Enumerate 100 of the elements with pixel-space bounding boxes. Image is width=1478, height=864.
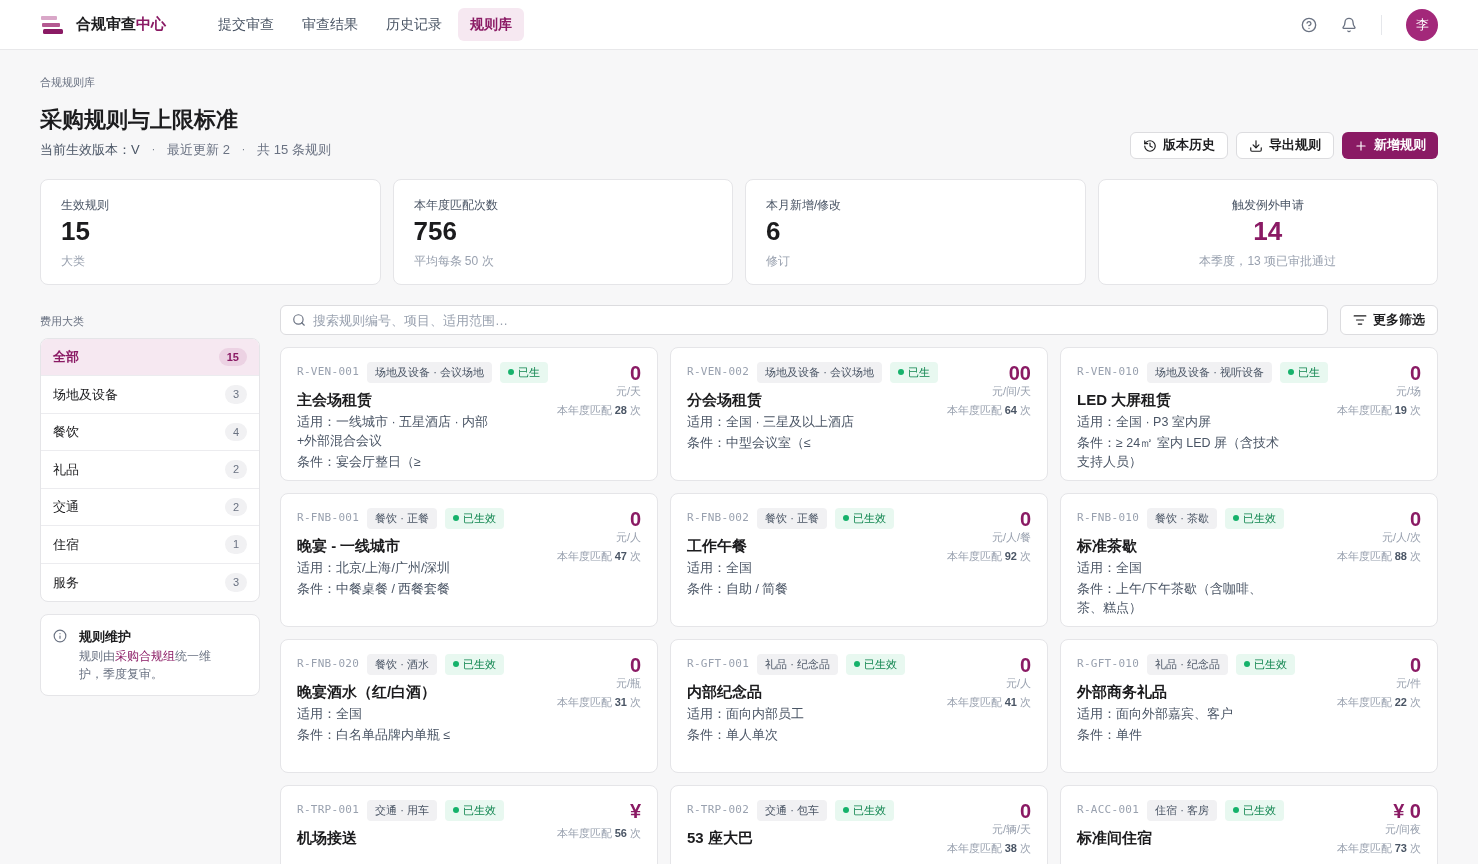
plus-icon [1354,138,1368,153]
stat-label: 本月新增/修改 [766,197,843,214]
category-item[interactable]: 全部 15 [41,338,259,376]
match-count: 本年度匹配 92 次 [946,549,1031,564]
category-item[interactable]: 礼品 2 [41,451,259,489]
rule-detail: 适用：面向内部员工 [687,706,805,723]
rule-detail: 条件：≥ 24㎡ 室内 LED 屏（含技术支持人员） [1077,435,1280,471]
filter-icon [1353,313,1367,327]
price-unit: 元/人/餐 [991,530,1031,545]
rule-detail: 条件：自助 / 简餐 [687,581,790,598]
dot-separator: · [241,142,246,157]
match-count: 本年度匹配 47 次 [556,549,641,564]
stack-logo-icon [40,15,64,34]
rule-detail: 适用：全国 [297,706,363,723]
status-badge: 已生效 [444,800,504,821]
search-icon [292,313,306,327]
price-unit: 元/件 [1395,676,1421,691]
rule-card[interactable]: R-FNB-020 餐饮 · 酒水 已生效 晚宴酒水（红/白酒） 适用：全国 条件：白名单品牌内单瓶 ≤ 0 元/瓶 本年度匹配 31 次 [280,639,658,773]
user-avatar[interactable]: 李 [1406,8,1438,41]
rule-name: 工作午餐 [687,535,748,556]
rule-name: 53 座大巴 [687,827,754,848]
rule-card[interactable]: R-TRP-002 交通 · 包车 已生效 53 座大巴 0 元/辆/天 本年度匹配 38 次 [670,785,1048,864]
rule-detail: 适用：一线城市 · 五星酒店 · 内部+外部混合会议 [297,414,490,450]
rule-card[interactable]: R-GFT-001 礼品 · 纪念品 已生效 内部纪念品 适用：面向内部员工 条件：单人单次 0 元/人 本年度匹配 41 次 [670,639,1048,773]
match-count: 本年度匹配 28 次 [556,403,641,418]
rule-card[interactable]: R-VEN-002 场地及设备 · 会议场地 已生 分会场租赁 适用：全国 · 三星及以上酒店 条件：中型会议室（≤ 00 元/间/天 本年度匹配 64 次 [670,347,1048,481]
status-badge: 已生效 [1224,508,1284,529]
category-tag: 交通 · 用车 [367,800,437,821]
category-tag: 餐饮 · 酒水 [367,654,437,675]
rule-card[interactable]: R-VEN-010 场地及设备 · 视听设备 已生 LED 大屏租赁 适用：全国 · P3 室内屏 条件：≥ 24㎡ 室内 LED 屏（含技术支持人员） 0 元/场 本年度匹配 19 次 [1060,347,1438,481]
stat-note: 本季度，13 项已审批通过 [1199,253,1337,270]
rule-detail: 适用：全国 [1077,560,1143,577]
rule-card[interactable]: R-GFT-010 礼品 · 纪念品 已生效 外部商务礼品 适用：面向外部嘉宾、客户 条件：单件 0 元/件 本年度匹配 22 次 [1060,639,1438,773]
rule-detail: 适用：面向外部嘉宾、客户 [1077,706,1234,723]
stat-note: 大类 [61,253,86,270]
price-limit: 0 [1409,362,1421,384]
rule-code: R-ACC-001 [1077,802,1140,818]
nav-tab[interactable]: 审查结果 [290,8,370,41]
rule-code: R-TRP-002 [687,802,750,818]
price-unit: 元/人 [1005,676,1031,691]
meta-text: 最近更新 2 [167,140,230,159]
rule-detail: 条件：中餐桌餐 / 西餐套餐 [297,581,452,598]
brand-title: 合规审查中心 [76,14,166,35]
bell-icon[interactable] [1341,16,1357,33]
rule-card[interactable]: R-FNB-002 餐饮 · 正餐 已生效 工作午餐 适用：全国 条件：自助 / 简餐 0 元/人/餐 本年度匹配 92 次 [670,493,1048,627]
rule-code: R-GFT-001 [687,656,750,672]
rule-card[interactable]: R-TRP-001 交通 · 用车 已生效 机场接送 ¥ 本年度匹配 56 次 [280,785,658,864]
rule-card[interactable]: R-FNB-010 餐饮 · 茶歇 已生效 标准茶歇 适用：全国 条件：上午/下午茶歇（含咖啡、茶、糕点） 0 元/人/次 本年度匹配 88 次 [1060,493,1438,627]
meta-text: 当前生效版本：V [40,140,140,159]
stat-value: 14 [1253,215,1283,248]
action-button[interactable]: 导出规则 [1236,132,1334,159]
price-limit: 0 [1409,508,1421,530]
rule-name: 内部纪念品 [687,681,763,702]
filter-button[interactable]: 更多筛选 [1340,305,1438,335]
count-badge: 3 [224,385,247,404]
rule-card[interactable]: R-FNB-001 餐饮 · 正餐 已生效 晚宴 - 一线城市 适用：北京/上海/广州/深圳 条件：中餐桌餐 / 西餐套餐 0 元/人 本年度匹配 47 次 [280,493,658,627]
nav-tab[interactable]: 提交审查 [206,8,286,41]
search-field[interactable]: 搜索规则编号、项目、适用范围… [280,305,1328,335]
sidebar-heading: 费用大类 [40,314,85,329]
status-badge: 已生效 [444,508,504,529]
rule-card[interactable]: R-ACC-001 住宿 · 客房 已生效 标准间住宿 ¥ 0 元/间夜 本年度匹配 73 次 [1060,785,1438,864]
count-badge: 4 [224,422,247,441]
help-icon[interactable] [1301,16,1317,33]
count-badge: 2 [224,497,247,516]
category-item[interactable]: 服务 3 [41,563,259,601]
category-item[interactable]: 交通 2 [41,488,259,526]
price-limit: 0 [629,508,641,530]
nav-tab[interactable]: 历史记录 [374,8,454,41]
page-title: 采购规则与上限标准 [40,105,239,134]
action-button[interactable]: 新增规则 [1342,132,1438,159]
status-badge: 已生效 [1224,800,1284,821]
stat-value: 756 [413,215,458,248]
rule-code: R-VEN-010 [1077,364,1140,380]
action-button[interactable]: 版本历史 [1130,132,1228,159]
status-badge: 已生效 [834,508,894,529]
category-item[interactable]: 餐饮 4 [41,413,259,451]
rule-name: 标准间住宿 [1077,827,1153,848]
rule-code: R-FNB-020 [297,656,360,672]
category-tag: 住宿 · 客房 [1147,800,1217,821]
rule-detail: 条件：单人单次 [687,727,779,744]
price-unit: 元/辆/天 [991,822,1031,837]
price-unit: 元/间/天 [991,384,1031,399]
rule-detail: 条件：单件 [1077,727,1143,744]
match-count: 本年度匹配 88 次 [1336,549,1421,564]
rule-detail: 条件：宴会厅整日（≥ [297,454,422,471]
status-badge: 已生效 [845,654,905,675]
category-item[interactable]: 场地及设备 3 [41,376,259,414]
nav-tab[interactable]: 规则库 [458,8,524,41]
note-title: 规则维护 [79,628,132,646]
price-limit: 0 [629,362,641,384]
price-unit: 元/场 [1395,384,1421,399]
rule-card[interactable]: R-VEN-001 场地及设备 · 会议场地 已生 主会场租赁 适用：一线城市 · 五星酒店 · 内部+外部混合会议 条件：宴会厅整日（≥ 0 元/天 本年度匹配 28 次 [280,347,658,481]
stat-value: 6 [766,215,782,248]
category-tag: 场地及设备 · 会议场地 [757,362,882,383]
price-unit: 元/人 [615,530,641,545]
status-badge: 已生 [1279,362,1328,383]
category-item[interactable]: 住宿 1 [41,526,259,564]
breadcrumb: 合规规则库 [40,75,96,90]
group-link[interactable]: 采购合规组 [115,648,175,663]
count-badge: 1 [224,535,247,554]
